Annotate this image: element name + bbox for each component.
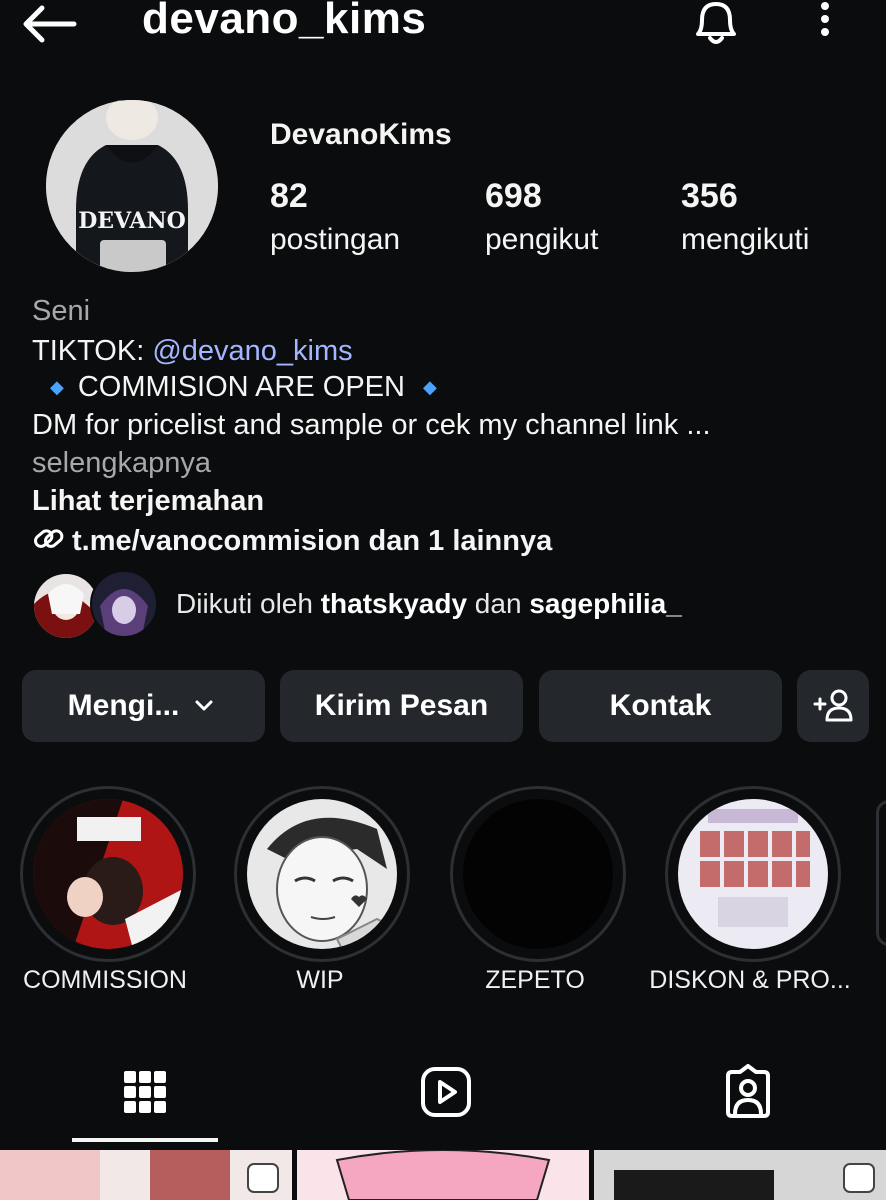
bio-dm-line: DM for pricelist and sample or cek my ch… — [32, 409, 711, 441]
mutual-user-2[interactable]: sagephilia_ — [529, 588, 682, 619]
highlight-label: WIP — [296, 966, 344, 994]
bio-commision-line: ◆ COMMISION ARE OPEN ◆ — [32, 370, 451, 404]
back-arrow-icon — [23, 5, 77, 43]
notifications-button[interactable] — [688, 0, 744, 48]
post-thumbnail[interactable] — [297, 1150, 589, 1200]
translate-link[interactable]: Lihat terjemahan — [32, 484, 264, 518]
highlight-zepeto[interactable] — [450, 786, 626, 962]
diamond-icon: ◆ — [422, 377, 437, 397]
mutual-user-1[interactable]: thatskyady — [321, 588, 467, 619]
more-options-button[interactable] — [808, 0, 842, 42]
highlight-partial[interactable] — [876, 800, 886, 946]
following-stat[interactable]: 356 mengikuti — [681, 176, 809, 260]
tab-posts-grid[interactable] — [105, 1060, 185, 1124]
highlight-cover — [678, 799, 828, 949]
following-dropdown-button[interactable]: Mengi... — [22, 670, 265, 742]
diamond-icon: ◆ — [50, 377, 64, 397]
post-thumbnail[interactable] — [594, 1150, 886, 1200]
profile-username: devano_kims — [142, 0, 427, 43]
followed-by-and: dan — [467, 588, 530, 619]
grid-icon — [124, 1071, 166, 1113]
posts-count: 82 — [270, 177, 308, 215]
bio-tiktok-line: TIKTOK: @devano_kims — [32, 334, 353, 368]
profile-category: Seni — [32, 295, 91, 327]
highlight-label: COMMISSION — [23, 966, 187, 994]
bio-external-link[interactable]: t.me/vanocommision dan 1 lainnya — [32, 524, 552, 558]
followed-by-text[interactable]: Diikuti oleh thatskyady dan sagephilia_ — [176, 588, 682, 620]
followers-label: pengikut — [485, 223, 599, 256]
profile-avatar[interactable]: DEVANO — [46, 100, 218, 272]
tiktok-handle-link[interactable]: @devano_kims — [152, 335, 352, 367]
mutual-followers-avatars[interactable] — [32, 570, 158, 640]
tab-reels[interactable] — [406, 1060, 486, 1124]
commision-text: COMMISION ARE OPEN — [77, 371, 405, 403]
following-button-label: Mengi... — [67, 689, 180, 722]
following-label: mengikuti — [681, 223, 810, 256]
bio-more-link[interactable]: selengkapnya — [32, 446, 211, 480]
active-tab-indicator — [72, 1138, 218, 1142]
highlight-wip[interactable] — [234, 786, 410, 962]
tagged-icon — [726, 1064, 770, 1118]
mutual-avatar — [90, 570, 158, 638]
message-button[interactable]: Kirim Pesan — [280, 670, 523, 742]
avatar-hoodie-text: DEVANO — [78, 208, 186, 234]
chevron-down-icon — [195, 700, 213, 711]
following-count: 356 — [681, 177, 738, 215]
add-person-icon — [813, 689, 853, 722]
highlight-label: DISKON & PRO... — [649, 966, 851, 994]
highlight-cover — [463, 799, 613, 949]
tab-tagged[interactable] — [708, 1060, 788, 1124]
followers-count: 698 — [485, 177, 542, 215]
highlight-cover — [33, 799, 183, 949]
followed-by-prefix: Diikuti oleh — [176, 588, 321, 619]
followers-stat[interactable]: 698 pengikut — [485, 176, 598, 260]
suggest-people-button[interactable] — [797, 670, 869, 742]
external-link-text: t.me/vanocommision dan 1 lainnya — [72, 525, 553, 557]
posts-stat[interactable]: 82 postingan — [270, 176, 400, 260]
back-button[interactable] — [18, 4, 82, 44]
highlight-commission[interactable] — [20, 786, 196, 962]
contact-button[interactable]: Kontak — [539, 670, 782, 742]
reels-icon — [421, 1067, 471, 1117]
highlight-cover — [247, 799, 397, 949]
posts-label: postingan — [270, 223, 401, 256]
highlight-label: ZEPETO — [485, 966, 585, 994]
highlight-diskon[interactable] — [665, 786, 841, 962]
link-icon — [33, 529, 64, 548]
tiktok-prefix: TIKTOK: — [32, 335, 153, 367]
display-name: DevanoKims — [270, 118, 452, 151]
more-vertical-icon — [821, 2, 829, 36]
bell-icon — [696, 2, 736, 44]
post-thumbnail[interactable] — [0, 1150, 292, 1200]
